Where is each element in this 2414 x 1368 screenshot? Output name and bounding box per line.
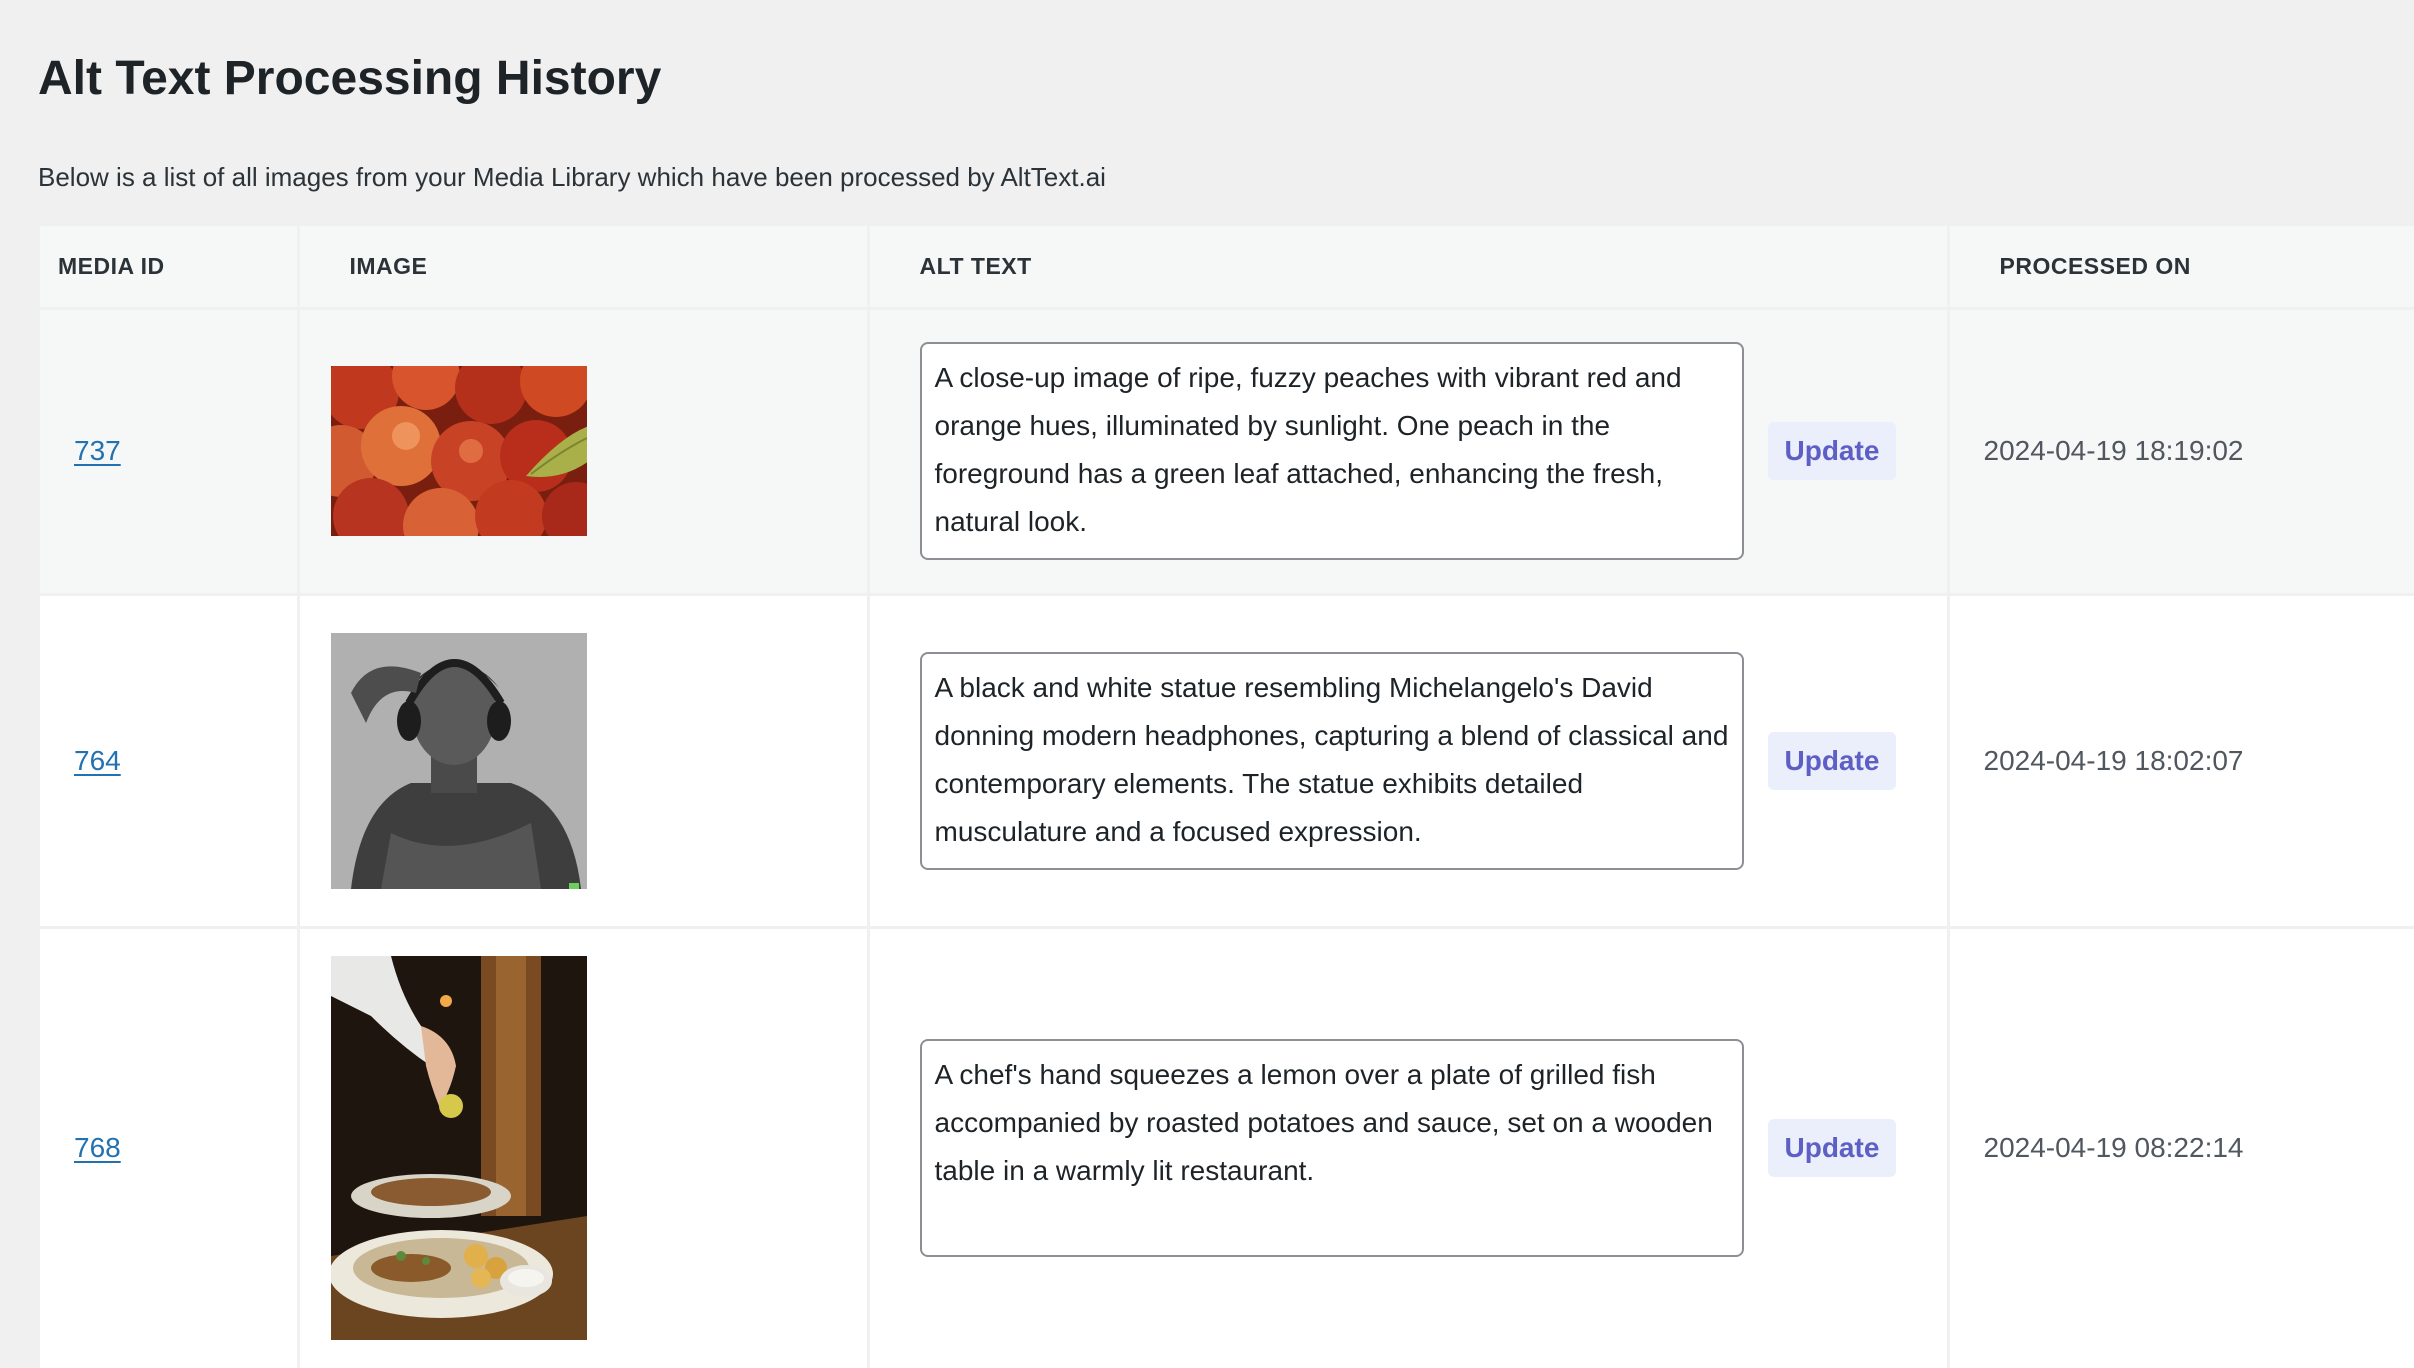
peaches-thumbnail[interactable] bbox=[330, 366, 587, 536]
image-cell bbox=[298, 927, 870, 1368]
table-header-row: MEDIA ID IMAGE ALT TEXT PROCESSED ON bbox=[40, 226, 2414, 310]
image-cell bbox=[298, 594, 870, 929]
column-header-media-id: MEDIA ID bbox=[40, 226, 300, 310]
alt-text-cell: A chef's hand squeezes a lemon over a pl… bbox=[868, 927, 1950, 1368]
media-id-link[interactable]: 764 bbox=[74, 745, 121, 776]
processed-on-cell: 2024-04-19 18:19:02 bbox=[1948, 308, 2414, 596]
page-intro: Below is a list of all images from your … bbox=[38, 162, 1106, 192]
alt-text-textarea[interactable]: A chef's hand squeezes a lemon over a pl… bbox=[919, 1039, 1744, 1257]
table-row: 764 A black and white statue resembling … bbox=[40, 594, 2414, 929]
update-button[interactable]: Update bbox=[1767, 422, 1897, 480]
statue-headphones-thumbnail[interactable] bbox=[330, 632, 587, 889]
table-row: 737 A close-up image of ripe, fuzzy peac… bbox=[40, 308, 2414, 596]
table-row: 768 A chef's hand squeezes a lemon over … bbox=[40, 927, 2414, 1368]
column-header-processed-on: PROCESSED ON bbox=[1948, 226, 2414, 310]
media-id-cell: 737 bbox=[40, 308, 300, 596]
update-button[interactable]: Update bbox=[1767, 1119, 1897, 1177]
update-button[interactable]: Update bbox=[1767, 731, 1897, 790]
column-header-image: IMAGE bbox=[298, 226, 870, 310]
media-id-link[interactable]: 768 bbox=[74, 1132, 121, 1163]
history-table-container: MEDIA ID IMAGE ALT TEXT PROCESSED ON 737 bbox=[40, 226, 2414, 1368]
processed-on-cell: 2024-04-19 18:02:07 bbox=[1948, 594, 2414, 929]
alt-text-textarea[interactable]: A black and white statue resembling Mich… bbox=[919, 651, 1744, 870]
page-title: Alt Text Processing History bbox=[38, 52, 662, 105]
alt-text-cell: A close-up image of ripe, fuzzy peaches … bbox=[868, 308, 1950, 596]
history-table: MEDIA ID IMAGE ALT TEXT PROCESSED ON 737 bbox=[40, 226, 2414, 1368]
processed-on-cell: 2024-04-19 08:22:14 bbox=[1948, 927, 2414, 1368]
media-id-link[interactable]: 737 bbox=[74, 435, 121, 466]
alt-text-cell: A black and white statue resembling Mich… bbox=[868, 594, 1950, 929]
image-cell bbox=[298, 308, 870, 596]
chef-lemon-fish-thumbnail[interactable] bbox=[330, 956, 587, 1340]
media-id-cell: 764 bbox=[40, 594, 300, 929]
column-header-alt-text: ALT TEXT bbox=[868, 226, 1950, 310]
alt-text-textarea[interactable]: A close-up image of ripe, fuzzy peaches … bbox=[919, 342, 1744, 560]
media-id-cell: 768 bbox=[40, 927, 300, 1368]
